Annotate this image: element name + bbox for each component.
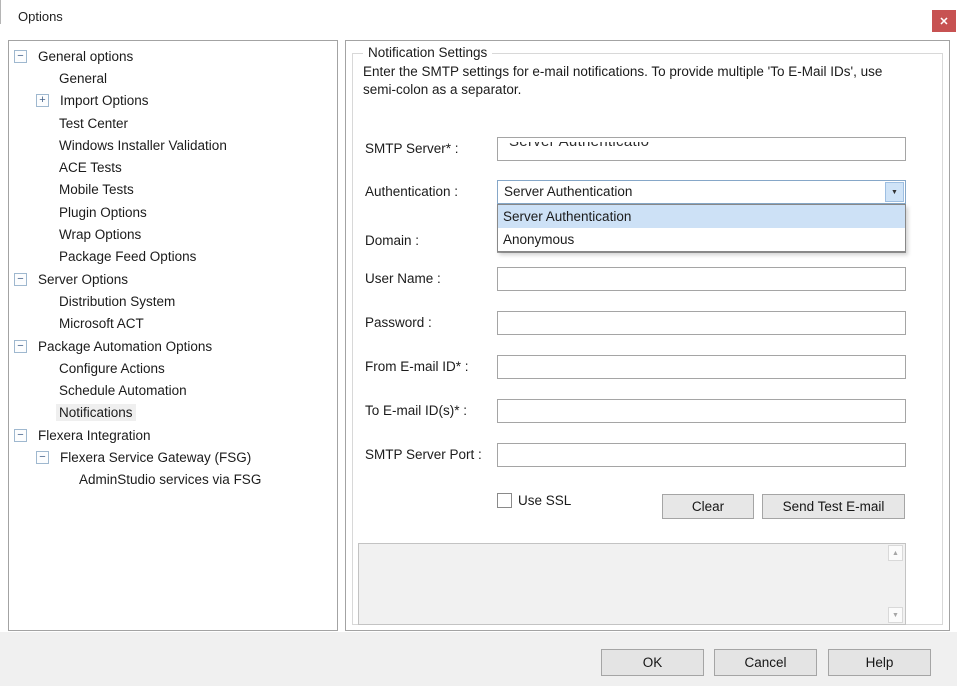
smtp-server-ghost-clip: Server Authenticatio [509, 142, 889, 152]
from-email-input[interactable] [497, 355, 906, 379]
options-tree-panel: − General options General + Import Optio… [8, 40, 338, 631]
tree-item-general[interactable]: General [9, 67, 337, 89]
tree-item-label: Test Center [56, 115, 131, 132]
tree-item-label: Plugin Options [56, 204, 150, 221]
tree-item-label: AdminStudio services via FSG [76, 471, 264, 488]
scroll-up-button[interactable]: ▲ [888, 545, 903, 561]
authentication-selected-value: Server Authentication [504, 181, 632, 203]
chevron-down-icon: ▼ [891, 189, 898, 196]
use-ssl-label: Use SSL [518, 493, 571, 508]
dropdown-option-anonymous[interactable]: Anonymous [498, 228, 905, 251]
collapse-icon[interactable]: − [14, 273, 27, 286]
scroll-down-icon: ▼ [892, 612, 899, 619]
tree-item-label: Wrap Options [56, 226, 144, 243]
from-email-label: From E-mail ID* : [365, 359, 469, 374]
dialog-footer: OK Cancel Help [0, 632, 957, 686]
window-edge [0, 0, 1, 24]
tree-item-plugin-options[interactable]: Plugin Options [9, 201, 337, 223]
tree-item-mobile-tests[interactable]: Mobile Tests [9, 179, 337, 201]
tree-item-label: Configure Actions [56, 360, 168, 377]
domain-label: Domain : [365, 233, 419, 248]
send-test-email-button[interactable]: Send Test E-mail [762, 494, 905, 519]
tree-item-label: ACE Tests [56, 159, 125, 176]
tree-item-general-options[interactable]: − General options [9, 45, 337, 67]
tree-item-microsoft-act[interactable]: Microsoft ACT [9, 313, 337, 335]
scroll-up-icon: ▲ [892, 550, 899, 557]
tree-item-notifications[interactable]: Notifications [9, 402, 337, 424]
tree-item-windows-installer-validation[interactable]: Windows Installer Validation [9, 134, 337, 156]
tree-item-label: Flexera Integration [35, 427, 154, 444]
password-label: Password : [365, 315, 432, 330]
tree-item-label: Distribution System [56, 293, 178, 310]
authentication-label: Authentication : [365, 184, 458, 199]
tree-item-server-options[interactable]: − Server Options [9, 268, 337, 290]
help-button[interactable]: Help [828, 649, 931, 676]
tree-item-label: Package Feed Options [56, 248, 199, 265]
dropdown-arrow-button[interactable]: ▼ [885, 182, 904, 202]
collapse-icon[interactable]: − [14, 429, 27, 442]
tree-item-label: Microsoft ACT [56, 315, 147, 332]
smtp-port-input[interactable] [497, 443, 906, 467]
expand-icon[interactable]: + [36, 94, 49, 107]
window-title: Options [18, 9, 63, 24]
settings-description: Enter the SMTP settings for e-mail notif… [363, 63, 919, 99]
tree-item-label: Schedule Automation [56, 382, 190, 399]
dropdown-option-server-authentication[interactable]: Server Authentication [498, 205, 905, 228]
tree-item-schedule-automation[interactable]: Schedule Automation [9, 379, 337, 401]
tree-item-package-automation-options[interactable]: − Package Automation Options [9, 335, 337, 357]
authentication-dropdown-list: Server Authentication Anonymous [497, 204, 906, 252]
options-dialog: Options ✕ − General options General + Im… [0, 0, 957, 686]
ok-button[interactable]: OK [601, 649, 704, 676]
tree-item-label: General [56, 70, 110, 87]
close-button[interactable]: ✕ [932, 10, 956, 32]
tree-item-label: Mobile Tests [56, 181, 137, 198]
to-email-input[interactable] [497, 399, 906, 423]
tree-item-configure-actions[interactable]: Configure Actions [9, 357, 337, 379]
notification-settings-panel: Notification Settings Enter the SMTP set… [345, 40, 950, 631]
collapse-icon[interactable]: − [36, 451, 49, 464]
to-email-label: To E-mail ID(s)* : [365, 403, 467, 418]
scroll-down-button[interactable]: ▼ [888, 607, 903, 623]
status-output-box: ▲ ▼ [358, 543, 906, 625]
smtp-server-ghost-text: Server Authenticatio [509, 142, 889, 150]
collapse-icon[interactable]: − [14, 340, 27, 353]
groupbox-title: Notification Settings [363, 45, 492, 60]
tree-item-flexera-service-gateway[interactable]: − Flexera Service Gateway (FSG) [9, 446, 337, 468]
options-tree: − General options General + Import Optio… [9, 45, 337, 491]
tree-item-label: Flexera Service Gateway (FSG) [57, 449, 254, 466]
close-icon: ✕ [939, 15, 948, 28]
tree-item-test-center[interactable]: Test Center [9, 112, 337, 134]
tree-item-wrap-options[interactable]: Wrap Options [9, 223, 337, 245]
clear-button[interactable]: Clear [662, 494, 754, 519]
tree-item-label: Server Options [35, 271, 131, 288]
tree-item-label: Package Automation Options [35, 338, 215, 355]
tree-item-import-options[interactable]: + Import Options [9, 90, 337, 112]
use-ssl-checkbox[interactable] [497, 493, 512, 508]
tree-item-ace-tests[interactable]: ACE Tests [9, 156, 337, 178]
smtp-server-input[interactable]: Server Authenticatio [497, 137, 906, 161]
tree-item-distribution-system[interactable]: Distribution System [9, 290, 337, 312]
collapse-icon[interactable]: − [14, 50, 27, 63]
cancel-button[interactable]: Cancel [714, 649, 817, 676]
tree-item-adminstudio-services-via-fsg[interactable]: AdminStudio services via FSG [9, 469, 337, 491]
tree-item-label: Windows Installer Validation [56, 137, 230, 154]
user-name-label: User Name : [365, 271, 441, 286]
password-input[interactable] [497, 311, 906, 335]
tree-item-label: General options [35, 48, 136, 65]
tree-item-label-selected: Notifications [56, 404, 136, 421]
smtp-server-label: SMTP Server* : [365, 141, 459, 156]
user-name-input[interactable] [497, 267, 906, 291]
smtp-port-label: SMTP Server Port : [365, 447, 482, 462]
tree-item-flexera-integration[interactable]: − Flexera Integration [9, 424, 337, 446]
status-scrollbar[interactable]: ▲ ▼ [887, 545, 904, 623]
tree-item-package-feed-options[interactable]: Package Feed Options [9, 246, 337, 268]
tree-item-label: Import Options [57, 92, 152, 109]
authentication-dropdown[interactable]: Server Authentication ▼ [497, 180, 906, 204]
title-bar: Options ✕ [0, 0, 957, 34]
